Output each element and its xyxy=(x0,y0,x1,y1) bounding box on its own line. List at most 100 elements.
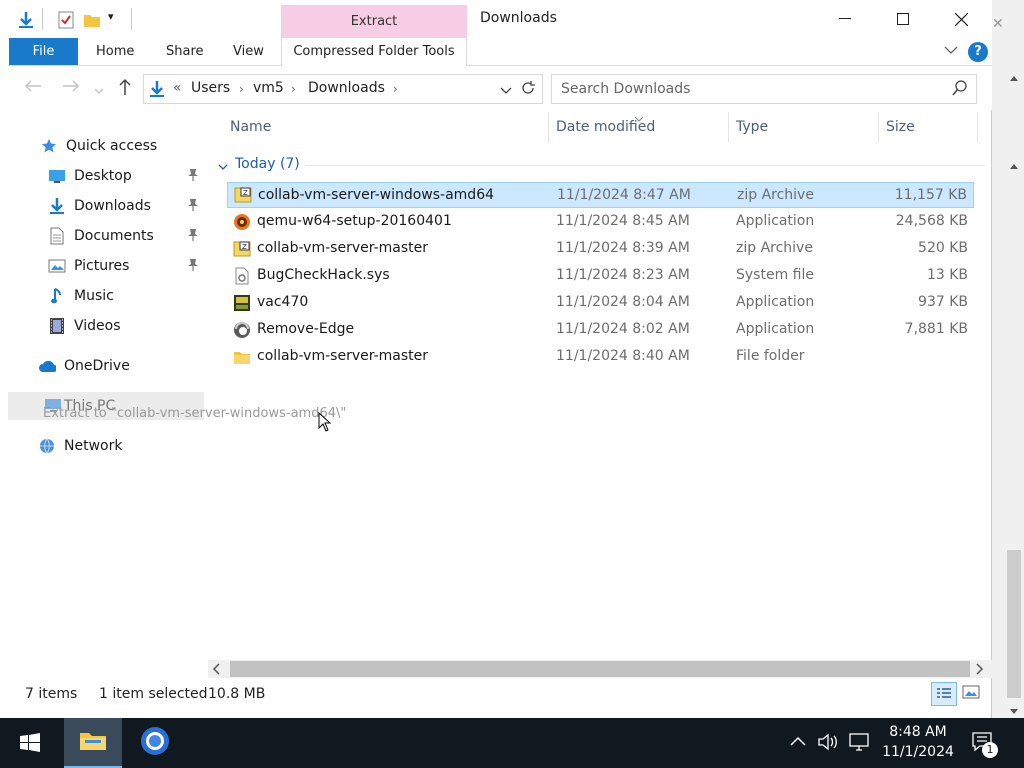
system-file-icon xyxy=(233,267,251,285)
file-type: zip Archive xyxy=(736,240,813,256)
file-date: 11/1/2024 8:47 AM xyxy=(557,187,691,203)
details-view-icon[interactable] xyxy=(931,682,957,706)
large-icons-view-icon[interactable] xyxy=(962,684,980,704)
column-header-date[interactable]: Date modified xyxy=(556,119,655,135)
breadcrumb-separator-icon[interactable]: › xyxy=(239,82,244,96)
file-row[interactable]: Z collab-vm-server-master 11/1/2024 8:39… xyxy=(227,236,974,262)
forward-arrow-icon[interactable] xyxy=(62,78,80,97)
scroll-up-icon[interactable] xyxy=(1009,70,1019,86)
breadcrumb-separator-icon[interactable]: › xyxy=(291,82,296,96)
download-arrow-icon[interactable] xyxy=(16,10,36,30)
pin-icon xyxy=(187,168,199,185)
tab-compressed-folder-tools[interactable]: Compressed Folder Tools xyxy=(281,38,467,66)
sidebar-label: Pictures xyxy=(74,258,130,274)
file-date: 11/1/2024 8:04 AM xyxy=(556,294,690,310)
sidebar-item-videos[interactable]: Videos xyxy=(48,313,121,339)
file-row[interactable]: vac470 11/1/2024 8:04 AM Application 937… xyxy=(227,290,974,316)
taskbar-chrome-button[interactable] xyxy=(126,718,184,768)
installer-icon xyxy=(233,213,251,231)
file-type: Application xyxy=(736,321,815,337)
file-type: Application xyxy=(736,213,815,229)
downloads-icon xyxy=(48,197,66,215)
start-button[interactable] xyxy=(0,718,60,768)
taskbar-clock[interactable]: 8:48 AM 11/1/2024 xyxy=(868,722,968,762)
search-icon[interactable] xyxy=(952,80,968,100)
sidebar-label: Desktop xyxy=(74,168,132,184)
sidebar-label: Quick access xyxy=(66,138,158,154)
file-name: qemu-w64-setup-20160401 xyxy=(257,213,452,229)
network-status-icon[interactable] xyxy=(848,733,870,755)
file-row[interactable]: qemu-w64-setup-20160401 11/1/2024 8:45 A… xyxy=(227,209,974,235)
breadcrumb-overflow[interactable]: « xyxy=(173,80,182,96)
sidebar-item-downloads[interactable]: Downloads xyxy=(48,193,151,219)
close-button[interactable] xyxy=(932,0,990,38)
minimize-button[interactable] xyxy=(816,0,874,38)
tab-home[interactable]: Home xyxy=(96,38,134,65)
pictures-icon xyxy=(48,257,66,275)
app-icon xyxy=(233,294,251,312)
videos-icon xyxy=(48,317,66,335)
taskbar-explorer-button[interactable] xyxy=(64,718,122,768)
maximize-button[interactable] xyxy=(874,0,932,38)
tab-share[interactable]: Share xyxy=(166,38,204,65)
ribbon-tab-bar xyxy=(8,38,992,66)
up-arrow-icon[interactable] xyxy=(118,78,132,100)
scroll-left-icon[interactable] xyxy=(212,663,220,679)
sidebar-item-pictures[interactable]: Pictures xyxy=(48,253,129,279)
sidebar-item-network[interactable]: Network xyxy=(38,433,122,459)
file-date: 11/1/2024 8:23 AM xyxy=(556,267,690,283)
group-collapse-icon[interactable] xyxy=(218,160,228,176)
file-name: vac470 xyxy=(257,294,309,310)
file-name: collab-vm-server-master xyxy=(257,348,429,364)
downloads-location-icon xyxy=(148,80,166,102)
file-row[interactable]: Z collab-vm-server-windows-amd64 11/1/20… xyxy=(227,182,974,208)
customize-qa-icon[interactable]: ▾ xyxy=(108,10,114,23)
file-size: 937 KB xyxy=(918,294,968,310)
column-header-type[interactable]: Type xyxy=(736,119,768,135)
recent-locations-icon[interactable] xyxy=(94,80,104,99)
sidebar-item-documents[interactable]: Documents xyxy=(48,223,154,249)
sidebar-item-onedrive[interactable]: OneDrive xyxy=(38,353,130,379)
file-name: collab-vm-server-windows-amd64 xyxy=(258,187,495,203)
pin-icon xyxy=(187,258,199,275)
file-date: 11/1/2024 8:02 AM xyxy=(556,321,690,337)
expand-ribbon-icon[interactable] xyxy=(944,44,958,58)
scroll-right-icon[interactable] xyxy=(976,663,984,679)
file-row[interactable]: BugCheckHack.sys 11/1/2024 8:23 AM Syste… xyxy=(227,263,974,289)
browser-icon xyxy=(140,726,170,760)
sidebar-item-desktop[interactable]: Desktop xyxy=(48,163,132,189)
breadcrumb-users[interactable]: Users xyxy=(191,80,230,96)
desktop-icon xyxy=(48,167,66,185)
address-dropdown-icon[interactable] xyxy=(500,83,512,99)
sidebar-label: OneDrive xyxy=(64,358,130,374)
back-arrow-icon[interactable] xyxy=(24,78,42,97)
tab-view[interactable]: View xyxy=(233,38,264,65)
horizontal-scroll-thumb[interactable] xyxy=(230,661,970,677)
breadcrumb-separator-icon[interactable]: › xyxy=(393,82,398,96)
sidebar-item-music[interactable]: Music xyxy=(48,283,114,309)
volume-icon[interactable] xyxy=(818,733,840,755)
file-type: zip Archive xyxy=(737,187,814,203)
extract-context-tab[interactable]: Extract xyxy=(281,5,467,38)
column-header-size[interactable]: Size xyxy=(886,119,915,135)
vertical-scroll-thumb[interactable] xyxy=(1007,550,1021,698)
tray-overflow-icon[interactable] xyxy=(790,734,806,750)
documents-icon xyxy=(48,227,66,245)
column-header-name[interactable]: Name xyxy=(230,119,271,135)
tab-file[interactable]: File xyxy=(9,38,78,65)
breadcrumb-downloads[interactable]: Downloads xyxy=(308,80,385,96)
refresh-icon[interactable] xyxy=(520,80,536,100)
file-row[interactable]: collab-vm-server-master 11/1/2024 8:40 A… xyxy=(227,344,974,370)
sidebar-quick-access[interactable]: Quick access xyxy=(40,133,157,159)
group-header[interactable]: Today (7) xyxy=(235,156,300,172)
search-placeholder: Search Downloads xyxy=(561,81,691,97)
help-button[interactable]: ? xyxy=(968,42,988,62)
file-row[interactable]: Remove-Edge 11/1/2024 8:02 AM Applicatio… xyxy=(227,317,974,343)
cloud-icon xyxy=(38,357,56,375)
breadcrumb-vm5[interactable]: vm5 xyxy=(253,80,284,96)
scroll-up-icon[interactable] xyxy=(1009,158,1019,174)
file-size: 13 KB xyxy=(926,267,968,283)
file-name: collab-vm-server-master xyxy=(257,240,429,256)
properties-icon[interactable] xyxy=(56,10,76,30)
new-folder-icon[interactable] xyxy=(82,10,102,30)
